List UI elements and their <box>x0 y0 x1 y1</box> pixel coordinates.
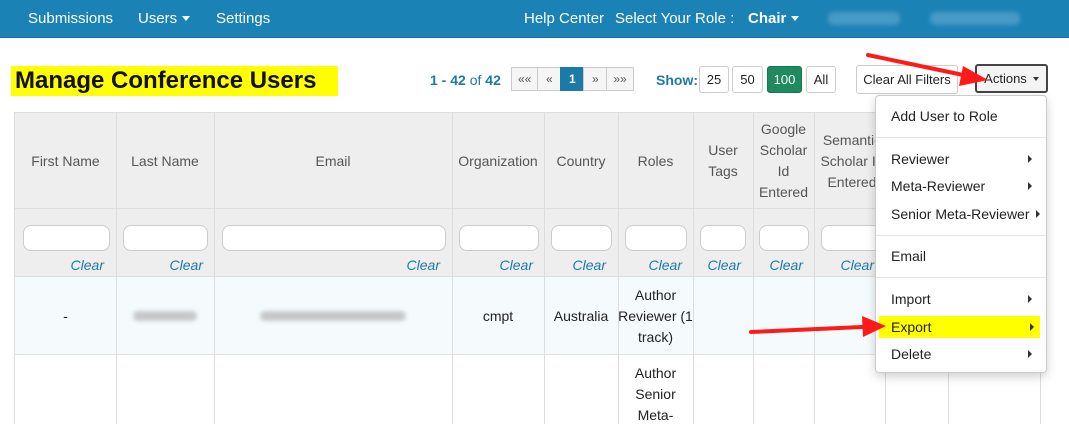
cell-first-name: - <box>63 307 68 324</box>
menu-divider <box>876 277 1046 278</box>
clear-last-name-link[interactable]: Clear <box>116 257 203 273</box>
filter-semantic-scholar-input[interactable] <box>821 225 881 251</box>
col-header-user-tags[interactable]: User Tags <box>701 113 745 209</box>
col-header-google-scholar[interactable]: Google Scholar Id Entered <box>755 113 812 209</box>
nav-help-center[interactable]: Help Center <box>524 0 604 38</box>
clear-user-tags-link[interactable]: Clear <box>693 257 741 273</box>
pager-last-button[interactable]: »» <box>606 67 634 91</box>
role-selector[interactable]: Chair <box>748 0 800 38</box>
menu-meta-reviewer-label: Meta-Reviewer <box>891 178 986 194</box>
actions-button-label: Actions <box>984 71 1027 86</box>
chevron-down-icon <box>1032 76 1039 81</box>
col-header-country[interactable]: Country <box>544 113 618 209</box>
filter-last-name-input[interactable] <box>123 225 208 251</box>
clear-roles-link[interactable]: Clear <box>618 257 682 273</box>
chevron-right-icon <box>1036 210 1040 218</box>
menu-meta-reviewer[interactable]: Meta-Reviewer <box>876 174 1046 198</box>
menu-import-label: Import <box>891 291 931 307</box>
chevron-down-icon <box>182 15 191 21</box>
clear-country-link[interactable]: Clear <box>544 257 606 273</box>
pager-next-button[interactable]: » <box>583 67 608 91</box>
filter-roles-input[interactable] <box>625 225 687 251</box>
pagination: «« « 1 » »» <box>511 67 634 91</box>
chevron-right-icon <box>1028 350 1032 358</box>
actions-button[interactable]: Actions <box>975 64 1048 93</box>
menu-delete-label: Delete <box>891 346 932 362</box>
filter-email-input[interactable] <box>222 225 446 251</box>
nav-users[interactable]: Users <box>138 0 191 38</box>
nav-users-label: Users <box>138 10 178 27</box>
role-selector-label: Chair <box>748 10 787 27</box>
show-all-button[interactable]: All <box>806 66 836 93</box>
top-navbar: Submissions Users Settings Help Center S… <box>0 0 1069 38</box>
filter-user-tags-input[interactable] <box>700 225 746 251</box>
clear-organization-link[interactable]: Clear <box>452 257 533 273</box>
menu-export-label: Export <box>891 319 932 335</box>
filter-first-name-input[interactable] <box>23 225 110 251</box>
menu-export[interactable]: Export <box>879 316 1040 338</box>
pager-prev-button[interactable]: « <box>537 67 562 91</box>
menu-reviewer-label: Reviewer <box>891 151 950 167</box>
nav-submissions[interactable]: Submissions <box>28 0 113 38</box>
cell-country: Australia <box>553 307 609 324</box>
col-header-roles[interactable]: Roles <box>618 113 693 209</box>
menu-import[interactable]: Import <box>876 287 1046 311</box>
clear-all-filters-button[interactable]: Clear All Filters <box>856 65 958 94</box>
menu-reviewer[interactable]: Reviewer <box>876 147 1046 171</box>
chevron-down-icon <box>791 15 800 21</box>
show-50-button[interactable]: 50 <box>732 66 763 93</box>
cell-roles: Author Reviewer (1 track) <box>618 286 693 345</box>
actions-dropdown-menu: Add User to Role Reviewer Meta-Reviewer … <box>875 95 1047 373</box>
chevron-right-icon <box>1028 295 1032 303</box>
filter-country-input[interactable] <box>551 225 612 251</box>
menu-delete[interactable]: Delete <box>876 342 1046 366</box>
menu-senior-meta-reviewer-label: Senior Meta-Reviewer <box>891 206 1030 222</box>
menu-senior-meta-reviewer[interactable]: Senior Meta-Reviewer <box>876 202 1046 226</box>
cell-email <box>214 277 452 355</box>
col-header-email[interactable]: Email <box>214 113 452 209</box>
filter-organization-input[interactable] <box>459 225 539 251</box>
show-25-button[interactable]: 25 <box>699 66 729 93</box>
pager-info: 1 - 42 of 42 <box>430 72 501 88</box>
chevron-right-icon <box>1028 182 1032 190</box>
col-header-first-name[interactable]: First Name <box>15 113 116 209</box>
redacted-email <box>260 311 406 321</box>
pager-range: 1 - 42 <box>430 72 466 88</box>
nav-settings[interactable]: Settings <box>216 0 270 38</box>
cell-roles: Author Senior Meta- <box>634 365 677 423</box>
filter-google-scholar-input[interactable] <box>759 225 809 251</box>
clear-google-scholar-link[interactable]: Clear <box>753 257 803 273</box>
pager-of: of <box>469 72 482 88</box>
pager-page-button[interactable]: 1 <box>560 67 585 91</box>
menu-divider <box>876 137 1046 138</box>
page-title: Manage Conference Users <box>11 66 339 96</box>
show-100-button[interactable]: 100 <box>767 66 802 93</box>
redacted-user-menu[interactable] <box>930 12 1020 25</box>
pager-total: 42 <box>485 72 501 88</box>
clear-first-name-link[interactable]: Clear <box>15 257 104 273</box>
redacted-last-name <box>133 311 197 321</box>
cell-last-name <box>116 277 214 355</box>
menu-email[interactable]: Email <box>876 244 1046 268</box>
col-header-last-name[interactable]: Last Name <box>116 113 214 209</box>
pager-first-button[interactable]: «« <box>511 67 539 91</box>
col-header-organization[interactable]: Organization <box>452 113 544 209</box>
chevron-right-icon <box>1030 323 1034 331</box>
cell-organization: cmpt <box>482 307 514 324</box>
chevron-right-icon <box>1028 155 1032 163</box>
redacted-conference[interactable] <box>828 12 900 25</box>
menu-add-user-to-role[interactable]: Add User to Role <box>876 104 1046 128</box>
clear-email-link[interactable]: Clear <box>214 257 440 273</box>
select-role-label: Select Your Role : <box>615 10 735 27</box>
clear-semantic-scholar-link[interactable]: Clear <box>814 257 874 273</box>
show-label: Show: <box>656 72 698 88</box>
menu-divider <box>876 235 1046 236</box>
